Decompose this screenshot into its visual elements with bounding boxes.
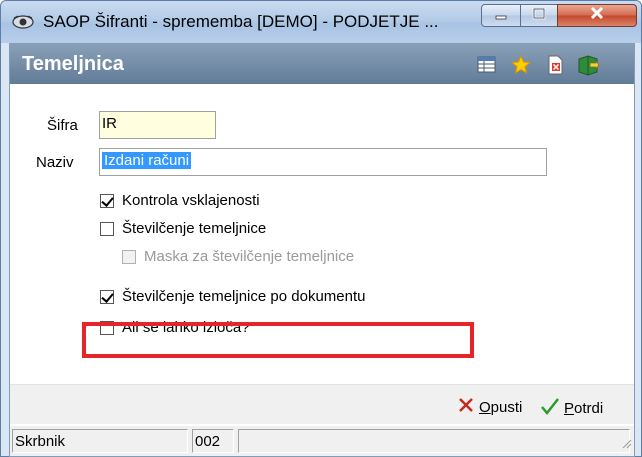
checkbox-stevilcenje-po-dokumentu[interactable]: Številčenje temeljnice po dokumentu	[100, 288, 365, 305]
close-button[interactable]	[557, 4, 637, 27]
checkbox-kontrola-vsklajenosti[interactable]: Kontrola vsklajenosti	[100, 192, 260, 209]
client-area: Temeljnica Šifra IR Naziv Izdani računi …	[9, 43, 635, 457]
red-highlight-box	[82, 322, 474, 358]
checkbox-label: Številčenje temeljnice po dokumentu	[122, 288, 366, 305]
checkmark-icon	[540, 396, 560, 420]
checkbox-label: Maska za številčenje temeljnice	[144, 248, 355, 265]
confirm-button[interactable]: Potrdi	[540, 396, 603, 420]
status-code: 002	[192, 429, 234, 453]
naziv-input[interactable]: Izdani računi	[99, 148, 547, 176]
maximize-icon	[532, 7, 546, 25]
checkbox-box[interactable]	[100, 193, 114, 208]
naziv-label: Naziv	[36, 154, 74, 171]
cancel-button-mnemonic: O	[479, 398, 491, 416]
resize-grip-icon[interactable]	[620, 436, 632, 454]
section-title: Temeljnica	[22, 53, 124, 75]
checkbox-label: Kontrola vsklajenosti	[122, 192, 260, 209]
naziv-input-value: Izdani računi	[102, 152, 192, 169]
book-exit-icon[interactable]	[576, 54, 600, 76]
confirm-button-label: otrdi	[574, 399, 604, 417]
close-icon	[589, 6, 605, 25]
checkbox-maska-stevilcenja: Maska za številčenje temeljnice	[122, 248, 354, 265]
section-header: Temeljnica	[10, 44, 634, 84]
button-bar: Opusti Potrdi	[10, 384, 634, 424]
checkbox-stevilcenje-temeljnice[interactable]: Številčenje temeljnice	[100, 220, 266, 237]
cancel-button[interactable]: Opusti	[457, 396, 522, 418]
status-extra	[238, 429, 630, 453]
document-delete-icon[interactable]	[544, 54, 566, 76]
checkbox-label: Številčenje temeljnice	[122, 220, 267, 237]
saop-eye-icon	[12, 14, 34, 30]
window-title: SAOP Šifranti - sprememba [DEMO] - PODJE…	[43, 12, 439, 31]
status-user: Skrbnik	[12, 429, 188, 453]
minimize-button[interactable]	[481, 4, 521, 27]
cancel-button-label: pusti	[490, 398, 523, 416]
confirm-button-mnemonic: P	[564, 399, 575, 417]
cancel-x-icon	[457, 396, 475, 418]
maximize-button[interactable]	[520, 4, 558, 27]
star-icon[interactable]	[510, 54, 532, 76]
title-bar[interactable]: SAOP Šifranti - sprememba [DEMO] - PODJE…	[1, 1, 641, 43]
checkbox-box[interactable]	[100, 289, 114, 304]
status-bar: Skrbnik 002	[10, 426, 634, 456]
checkbox-box[interactable]	[100, 221, 114, 236]
sifra-input[interactable]: IR	[99, 111, 216, 139]
table-icon[interactable]	[476, 54, 498, 76]
minimize-icon	[494, 7, 508, 25]
sifra-label: Šifra	[47, 117, 78, 134]
checkbox-box	[122, 249, 136, 264]
dialog-window: SAOP Šifranti - sprememba [DEMO] - PODJE…	[0, 0, 642, 457]
